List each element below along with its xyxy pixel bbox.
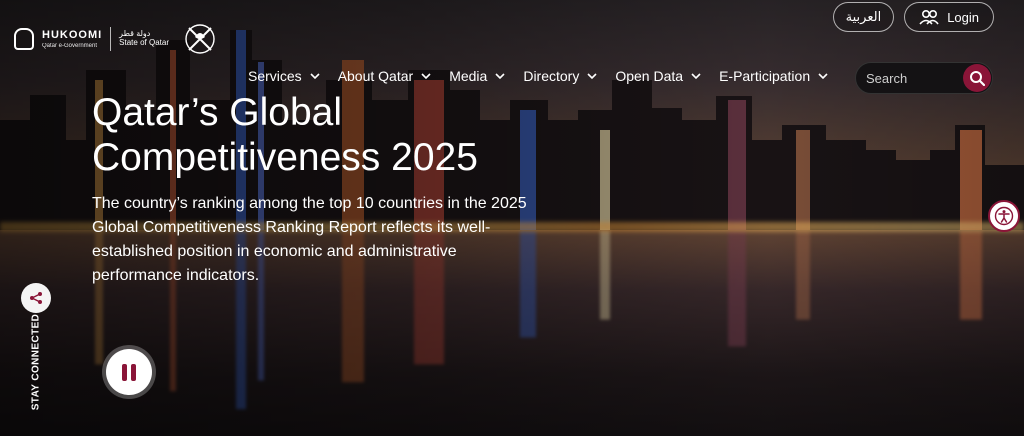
chevron-down-icon <box>310 73 320 80</box>
nav-item-directory[interactable]: Directory <box>523 68 597 84</box>
nav-item-label: Open Data <box>615 68 684 84</box>
logo-subtitle: Qatar e-Government <box>42 42 98 49</box>
share-icon <box>30 292 42 304</box>
hero-title-line-1: Qatar’s Global <box>92 91 343 134</box>
language-toggle-button[interactable]: العربية <box>832 2 895 32</box>
share-button[interactable] <box>21 283 51 313</box>
chevron-down-icon <box>587 73 597 80</box>
hero-title-line-2: Competitiveness 2025 <box>92 136 478 179</box>
pause-icon <box>120 363 138 381</box>
state-of-qatar-label: دولة قطر State of Qatar <box>119 29 169 48</box>
nav-item-label: Services <box>248 68 302 84</box>
nav-item-media[interactable]: Media <box>449 68 505 84</box>
login-label: Login <box>947 9 979 25</box>
nav-item-open-data[interactable]: Open Data <box>615 68 701 84</box>
search-button[interactable] <box>963 64 991 92</box>
hero-title: Qatar’s Global Competitiveness 2025 <box>92 90 552 180</box>
chevron-down-icon <box>818 73 828 80</box>
login-button[interactable]: Login <box>904 2 994 32</box>
chevron-down-icon <box>691 73 701 80</box>
accessibility-button[interactable] <box>988 200 1020 232</box>
hukoomi-logo[interactable]: HUKOOMI Qatar e-Government دولة قطر Stat… <box>14 20 217 58</box>
nav-item-about-qatar[interactable]: About Qatar <box>338 68 432 84</box>
nav-item-services[interactable]: Services <box>248 68 320 84</box>
users-icon <box>919 9 939 25</box>
stay-connected-label: STAY CONNECTED <box>30 313 42 411</box>
main-navigation: Services About Qatar Media Directory Ope… <box>248 68 828 84</box>
search-icon <box>970 71 985 86</box>
pause-slideshow-button[interactable] <box>106 349 152 395</box>
hero-description: The country’s ranking among the top 10 c… <box>92 195 527 284</box>
nav-item-label: Media <box>449 68 488 84</box>
search-box <box>855 62 993 94</box>
logo-divider <box>110 27 112 51</box>
logo-name: HUKOOMI <box>42 28 103 41</box>
nav-item-label: Directory <box>523 68 580 84</box>
accessibility-icon <box>994 206 1014 226</box>
hukoomi-mark-icon <box>14 28 34 50</box>
state-label-english: State of Qatar <box>119 38 169 47</box>
nav-item-label: About Qatar <box>337 68 414 84</box>
logo-wordmark: HUKOOMI Qatar e-Government <box>42 28 103 49</box>
chevron-down-icon <box>421 73 431 80</box>
search-input[interactable] <box>856 69 964 87</box>
top-actions: العربية Login <box>832 2 994 32</box>
nav-item-e-participation[interactable]: E-Participation <box>719 68 828 84</box>
nav-item-label: E-Participation <box>719 68 811 84</box>
chevron-down-icon <box>495 73 505 80</box>
language-label: العربية <box>845 9 882 24</box>
qatar-emblem-icon <box>185 24 215 54</box>
